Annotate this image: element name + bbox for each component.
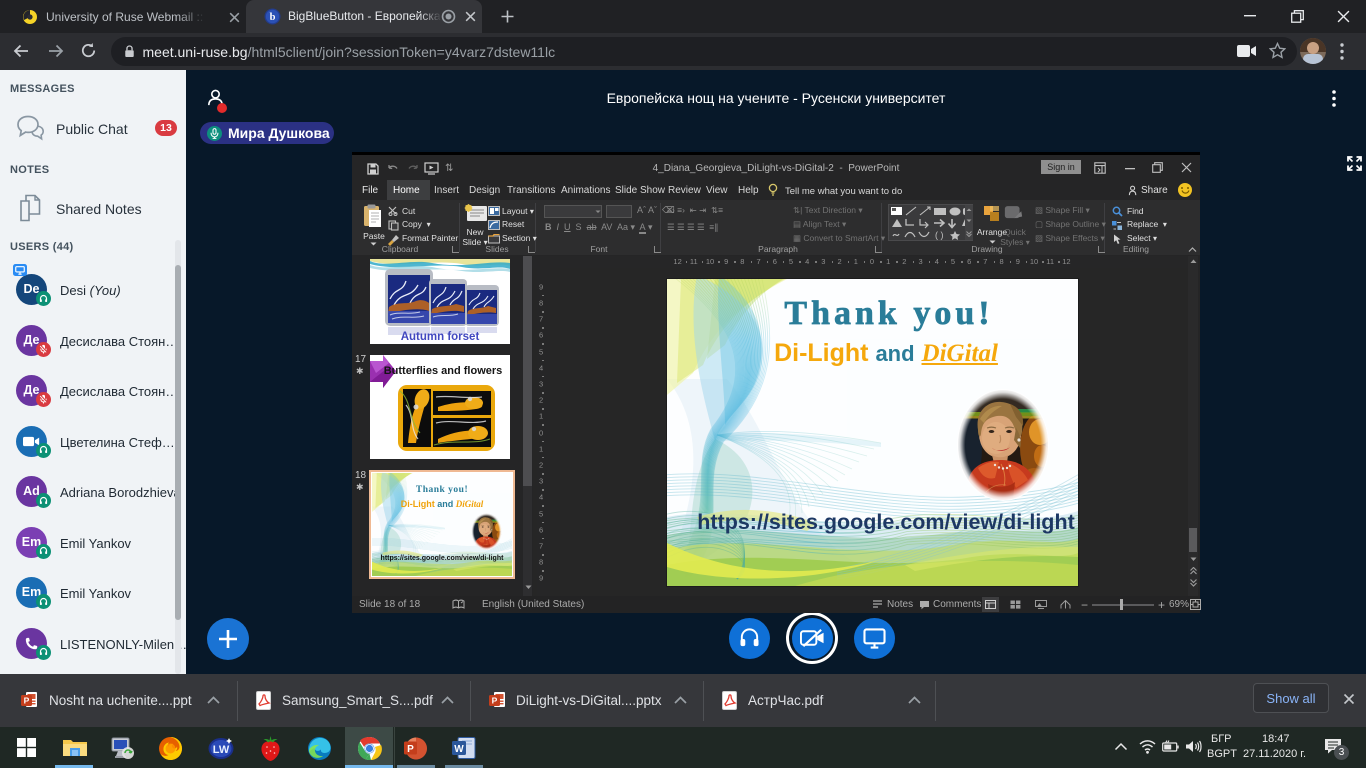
- svg-text:( ): ( ): [935, 230, 944, 240]
- svg-text:P: P: [24, 696, 30, 706]
- svg-text:b: b: [270, 12, 276, 23]
- svg-text:P: P: [407, 744, 414, 755]
- svg-text:Butterflies and flowers: Butterflies and flowers: [384, 365, 503, 377]
- svg-text:W: W: [454, 744, 464, 755]
- svg-text:LW: LW: [213, 744, 230, 756]
- svg-text:P: P: [492, 696, 498, 706]
- svg-text:Autumn forset: Autumn forset: [401, 331, 480, 343]
